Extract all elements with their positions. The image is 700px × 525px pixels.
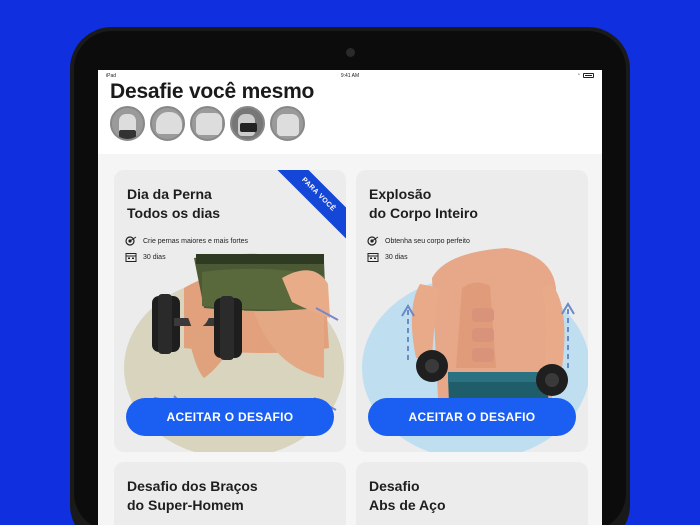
body-part-filter	[110, 106, 305, 141]
target-icon	[367, 236, 379, 246]
card-title: Desafio dos Braços do Super-Homem	[127, 478, 258, 513]
app-screen: iPad 9:41 AM ◔ Desafie você mesmo Dia da…	[98, 70, 602, 525]
wifi-icon: ◔	[576, 72, 580, 78]
duration-row: 30 dias	[125, 252, 166, 262]
page-title: Desafie você mesmo	[110, 80, 315, 103]
challenge-card-arms[interactable]: Desafio dos Braços do Super-Homem	[114, 462, 346, 525]
arms-avatar[interactable]	[270, 106, 305, 141]
status-icons: ◔	[577, 72, 594, 78]
duration-row: 30 dias	[367, 252, 408, 262]
accept-challenge-button[interactable]: ACEITAR O DESAFIO	[368, 398, 576, 436]
card-title: Dia da Perna Todos os dias	[127, 186, 221, 221]
status-time: 9:41 AM	[340, 73, 360, 79]
chest-avatar[interactable]	[190, 106, 225, 141]
goal-text: Obtenha seu corpo perfeito	[385, 237, 470, 245]
accept-challenge-button[interactable]: ACEITAR O DESAFIO	[126, 398, 334, 436]
for-you-badge: PARA VOCÊ	[267, 170, 346, 246]
calendar-icon	[125, 253, 137, 262]
duration-text: 30 dias	[385, 253, 408, 261]
card-title: Desafio Abs de Aço	[369, 478, 446, 513]
glutes-avatar[interactable]	[230, 106, 265, 141]
goal-text: Crie pernas maiores e mais fortes	[143, 237, 249, 245]
goal-row: Crie pernas maiores e mais fortes	[125, 236, 248, 246]
target-icon	[125, 236, 137, 246]
shoulders-avatar[interactable]	[150, 106, 185, 141]
card-title: Explosão do Corpo Inteiro	[369, 186, 478, 221]
battery-icon	[583, 72, 594, 78]
challenge-card-full-body[interactable]: Explosão do Corpo Inteiro Obtenha seu co…	[356, 170, 588, 452]
challenge-card-leg-day[interactable]: Dia da Perna Todos os dias Crie pernas m…	[114, 170, 346, 452]
camera-icon	[346, 48, 355, 57]
duration-text: 30 dias	[143, 253, 166, 261]
challenge-card-abs[interactable]: Desafio Abs de Aço	[356, 462, 588, 525]
goal-row: Obtenha seu corpo perfeito	[367, 236, 470, 246]
calendar-icon	[367, 253, 379, 262]
abs-avatar[interactable]	[110, 106, 145, 141]
